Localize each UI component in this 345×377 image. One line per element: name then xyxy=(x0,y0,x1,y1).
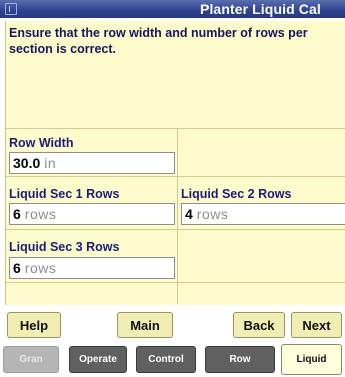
divider xyxy=(6,128,345,129)
divider xyxy=(6,229,345,230)
calibration-panel: Ensure that the row width and number of … xyxy=(5,21,345,305)
next-button[interactable]: Next xyxy=(291,312,342,338)
window-menu-icon[interactable] xyxy=(5,3,17,15)
liquid-sec-3-rows-value: 6 xyxy=(13,260,21,276)
row-width-label: Row Width xyxy=(9,136,74,150)
liquid-sec-3-rows-field[interactable]: 6 rows xyxy=(9,257,175,279)
liquid-sec-2-rows-label: Liquid Sec 2 Rows xyxy=(181,187,292,201)
tab-liquid[interactable]: Liquid xyxy=(281,344,342,375)
main-button[interactable]: Main xyxy=(117,312,173,338)
window-title: Planter Liquid Cal xyxy=(200,1,321,17)
tab-gran: Gran xyxy=(3,346,59,373)
liquid-sec-1-rows-field[interactable]: 6 rows xyxy=(9,203,175,225)
divider xyxy=(6,176,345,177)
row-width-field[interactable]: 30.0 in xyxy=(9,152,175,174)
liquid-sec-3-rows-unit: rows xyxy=(24,260,57,276)
title-bar: Planter Liquid Cal xyxy=(0,0,345,18)
divider xyxy=(6,282,345,283)
row-width-value: 30.0 xyxy=(13,155,41,171)
liquid-sec-1-rows-unit: rows xyxy=(24,206,57,222)
liquid-sec-1-rows-value: 6 xyxy=(13,206,21,222)
tab-bar: Gran Operate Control Row Liquid xyxy=(0,343,345,377)
liquid-sec-2-rows-field[interactable]: 4 rows xyxy=(181,203,345,225)
row-width-unit: in xyxy=(44,155,57,171)
help-button[interactable]: Help xyxy=(7,312,61,338)
tab-control[interactable]: Control xyxy=(136,346,196,373)
tab-row[interactable]: Row xyxy=(205,346,275,373)
column-divider xyxy=(177,128,178,304)
instructions-text: Ensure that the row width and number of … xyxy=(9,26,308,56)
liquid-sec-2-rows-unit: rows xyxy=(196,206,229,222)
liquid-sec-3-rows-label: Liquid Sec 3 Rows xyxy=(9,240,120,254)
liquid-sec-1-rows-label: Liquid Sec 1 Rows xyxy=(9,187,120,201)
tab-operate[interactable]: Operate xyxy=(69,346,127,373)
back-button[interactable]: Back xyxy=(233,312,285,338)
liquid-sec-2-rows-value: 4 xyxy=(185,206,193,222)
